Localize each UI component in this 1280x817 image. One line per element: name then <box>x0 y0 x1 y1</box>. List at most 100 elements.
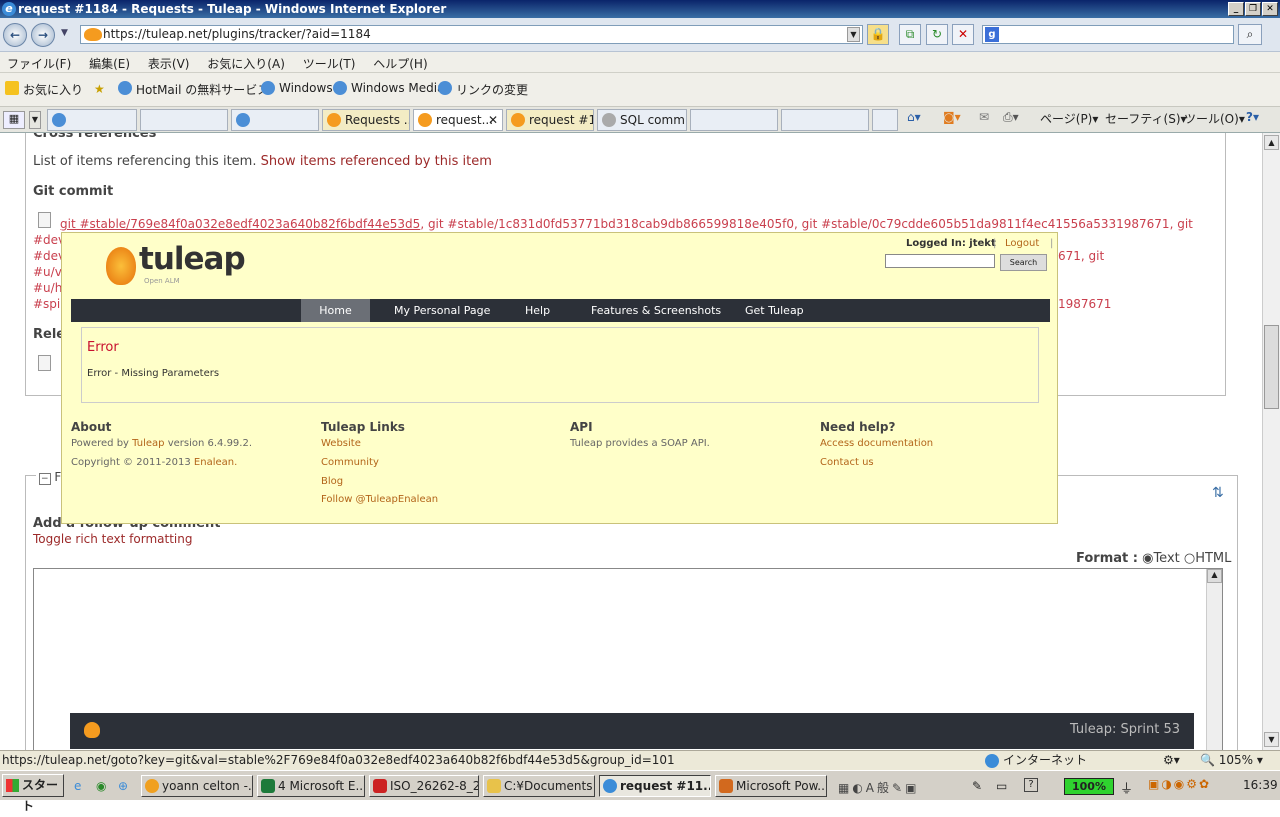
print-icon[interactable]: ⎙▾ <box>1003 110 1019 125</box>
close-tab-icon[interactable]: ✕ <box>488 110 498 130</box>
textarea-scrollbar[interactable]: ▲ <box>1206 569 1222 750</box>
language-bar-icons[interactable]: ▦◐A般✎▣ <box>838 779 919 796</box>
tab-1[interactable] <box>140 109 228 131</box>
lock-icon[interactable]: 🔒 <box>867 24 889 45</box>
address-bar[interactable]: https://tuleap.net/plugins/tracker/?aid=… <box>80 25 863 44</box>
task-excel[interactable]: 4 Microsoft E... <box>257 775 365 797</box>
tab-0[interactable] <box>47 109 137 131</box>
stop-icon[interactable]: ✕ <box>952 24 974 45</box>
toggle-rich-text-link[interactable]: Toggle rich text formatting <box>33 532 192 546</box>
logout-link[interactable]: Logout <box>1005 238 1039 249</box>
task-yoann[interactable]: yoann celton -... <box>141 775 253 797</box>
menu-tools[interactable]: ツール(T) <box>296 52 363 75</box>
scroll-up-icon[interactable]: ▲ <box>1207 569 1222 583</box>
task-request-active[interactable]: request #11... <box>599 775 711 797</box>
git-commit-links-rest[interactable]: , git #stable/1c831d0fd53771bd318cab9db8… <box>420 217 1193 231</box>
collapse-icon[interactable]: − <box>39 473 51 485</box>
safety-menu[interactable]: セーフティ(S)▾ <box>1105 110 1187 127</box>
tab-request-active[interactable]: request... ✕ <box>413 109 503 131</box>
close-window-button[interactable]: ✕ <box>1262 2 1278 16</box>
fav-item-hotmail[interactable]: HotMail の無料サービス <box>118 81 269 98</box>
zoom-level[interactable]: 🔍 105% ▾ <box>1200 751 1263 770</box>
footer-link-community[interactable]: Community <box>321 457 379 468</box>
refresh-icon[interactable]: ↻ <box>926 24 948 45</box>
task-powerpoint[interactable]: Microsoft Pow... <box>715 775 827 797</box>
menu-help[interactable]: ヘルプ(H) <box>366 52 434 75</box>
rss-icon[interactable]: ◙▾ <box>943 110 961 124</box>
favorites-bar: お気に入り ★ HotMail の無料サービス Windows Windows … <box>0 73 1280 107</box>
home-icon[interactable]: ⌂▾ <box>907 110 921 124</box>
tab-6[interactable] <box>690 109 778 131</box>
menu-favorites[interactable]: お気に入り(A) <box>200 52 292 75</box>
history-dropdown-icon[interactable]: ▼ <box>61 28 68 38</box>
task-documents[interactable]: C:¥Documents ... <box>483 775 595 797</box>
compat-view-icon[interactable]: ⧉ <box>899 24 921 45</box>
tab-requests[interactable]: Requests ... <box>322 109 410 131</box>
quick-tabs-icon[interactable]: ▦ <box>3 111 25 129</box>
tab-7[interactable] <box>781 109 869 131</box>
page-menu[interactable]: ページ(P)▾ <box>1040 110 1098 127</box>
tuleap-link[interactable]: Tuleap <box>132 438 164 449</box>
quicklaunch-ie-icon[interactable]: e <box>74 779 81 793</box>
page-scrollbar[interactable]: ▲ ▼ <box>1262 133 1280 750</box>
menu-view[interactable]: 表示(V) <box>141 52 197 75</box>
power-plug-icon[interactable]: ⏚ <box>1120 778 1133 797</box>
mail-icon[interactable]: ✉ <box>979 110 989 124</box>
back-button[interactable]: ← <box>3 23 27 47</box>
git-right-1[interactable]: 1987671 <box>1058 297 1111 311</box>
system-tray-icons[interactable]: ▣◑◉⚙✿ <box>1148 777 1211 791</box>
forward-button[interactable]: → <box>31 23 55 47</box>
fav-item-links[interactable]: リンクの変更 <box>438 81 528 98</box>
tools-menu[interactable]: ツール(O)▾ <box>1184 110 1245 127</box>
scroll-down-icon[interactable]: ▼ <box>1264 732 1279 747</box>
minimize-button[interactable]: _ <box>1228 2 1244 16</box>
format-html-radio[interactable]: ○ <box>1184 551 1195 566</box>
footer-link-website[interactable]: Website <box>321 438 361 449</box>
git-right-0[interactable]: 671, git <box>1058 249 1104 263</box>
task-pdf[interactable]: ISO_26262-8_2... <box>369 775 479 797</box>
popup-search-button[interactable]: Search <box>1000 254 1047 271</box>
tab-sql[interactable]: SQL comm... <box>597 109 687 131</box>
menu-file[interactable]: ファイル(F) <box>0 52 78 75</box>
tray-icon-b[interactable]: ▭ <box>996 779 1007 793</box>
rss-subscribe-icon[interactable]: ⇅ <box>1212 485 1224 501</box>
search-icon[interactable]: ⌕ <box>1238 24 1262 45</box>
footer-access-documentation[interactable]: Access documentation <box>820 438 933 449</box>
footer-contact-us[interactable]: Contact us <box>820 457 874 468</box>
quicklaunch-icon-2[interactable]: ◉ <box>96 779 106 793</box>
security-zone[interactable]: インターネット <box>985 751 1087 770</box>
scroll-up-icon[interactable]: ▲ <box>1264 135 1279 150</box>
nav-help[interactable]: Help <box>525 299 550 322</box>
fav-item-windows[interactable]: Windows <box>261 81 333 95</box>
fav-item-windows-media[interactable]: Windows Media <box>333 81 444 95</box>
tab-list-dropdown-icon[interactable]: ▼ <box>29 111 41 129</box>
scroll-thumb[interactable] <box>1264 325 1279 409</box>
footer-link-twitter[interactable]: Follow @TuleapEnalean <box>321 494 438 505</box>
tab-request-2[interactable]: request #1... <box>506 109 594 131</box>
tray-pen-icon[interactable]: ✎ <box>972 779 982 793</box>
battery-indicator[interactable]: 100% <box>1064 778 1114 795</box>
add-favorite-icon[interactable]: ★ <box>94 82 110 96</box>
footer-link-blog[interactable]: Blog <box>321 476 343 487</box>
protected-mode-icon[interactable]: ⚙▾ <box>1163 751 1180 770</box>
new-tab-button[interactable] <box>872 109 898 131</box>
format-text-radio[interactable]: ◉ <box>1142 551 1153 566</box>
nav-my-personal-page[interactable]: My Personal Page <box>394 299 490 322</box>
popup-search-input[interactable] <box>885 254 995 268</box>
enalean-link[interactable]: Enalean. <box>194 457 237 468</box>
restore-button[interactable]: ❐ <box>1245 2 1261 16</box>
address-dropdown-icon[interactable]: ▼ <box>847 27 860 42</box>
quicklaunch-icon-3[interactable]: ⊕ <box>118 779 128 793</box>
search-input[interactable]: g <box>982 25 1234 44</box>
tray-help-icon[interactable]: ? <box>1024 778 1038 792</box>
nav-features[interactable]: Features & Screenshots <box>591 299 721 322</box>
help-icon[interactable]: ?▾ <box>1246 110 1259 124</box>
nav-get-tuleap[interactable]: Get Tuleap <box>745 299 804 322</box>
favorites-button[interactable]: お気に入り <box>5 81 83 98</box>
tab-2[interactable] <box>231 109 319 131</box>
git-commit-link-1[interactable]: git #stable/769e84f0a032e8edf4023a640b82… <box>60 217 420 231</box>
nav-home[interactable]: Home <box>301 299 370 322</box>
menu-edit[interactable]: 編集(E) <box>82 52 137 75</box>
show-referenced-link[interactable]: Show items referenced by this item <box>261 154 492 169</box>
start-button[interactable]: スタート <box>2 774 64 813</box>
